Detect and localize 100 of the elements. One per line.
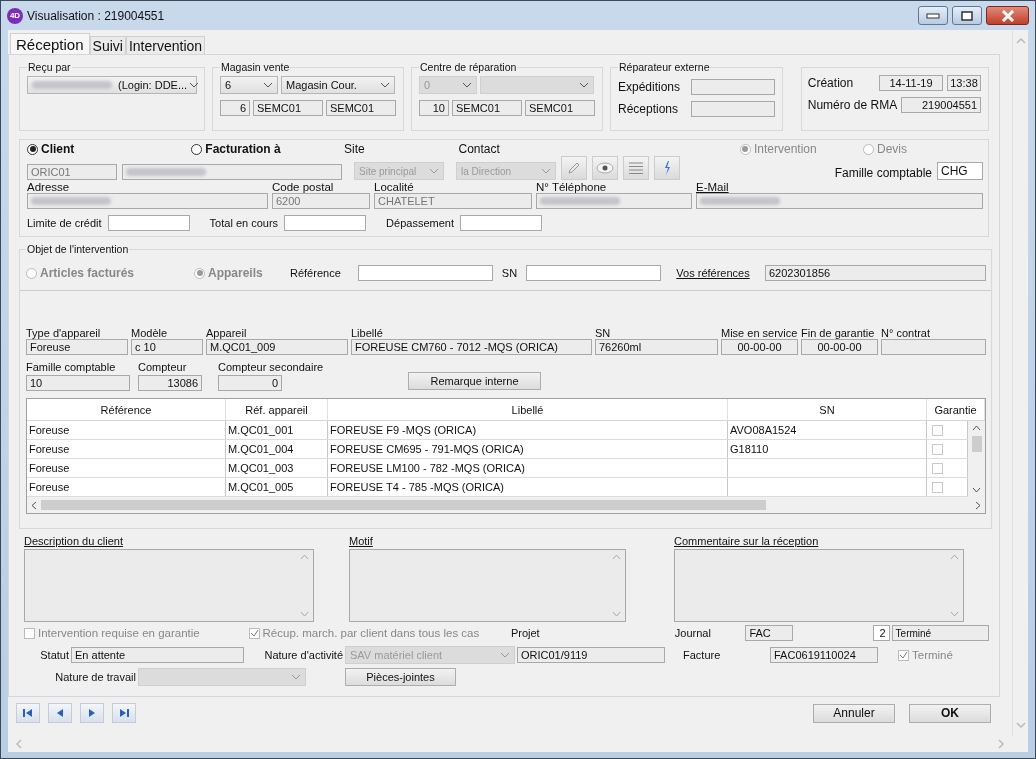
table-cell: G18110 bbox=[728, 440, 927, 458]
radio-button[interactable] bbox=[863, 143, 874, 155]
caret-icon bbox=[291, 674, 301, 680]
field-label[interactable]: E-Mail bbox=[696, 181, 983, 193]
code-field: 6 bbox=[220, 100, 250, 116]
field-label: Code postal bbox=[272, 181, 335, 193]
memo-field[interactable] bbox=[349, 549, 626, 622]
field-label: N° contrat bbox=[881, 327, 932, 339]
tab[interactable]: Réception bbox=[10, 33, 90, 54]
number-dropdown[interactable]: 6 bbox=[220, 76, 278, 94]
column-header[interactable]: SN bbox=[728, 399, 927, 420]
next-record-button[interactable] bbox=[80, 703, 104, 723]
previous-record-button[interactable] bbox=[48, 703, 72, 723]
last-icon bbox=[118, 708, 130, 718]
project-field: ORIC01/9119 bbox=[517, 647, 665, 663]
memo-label[interactable]: Motif bbox=[349, 535, 626, 547]
radio-button[interactable] bbox=[191, 143, 203, 155]
column-header[interactable]: Libellé bbox=[328, 399, 728, 420]
caret-icon bbox=[263, 82, 273, 88]
field-label: N° Téléphone bbox=[536, 181, 608, 193]
radio-button[interactable] bbox=[27, 143, 38, 155]
column-header[interactable]: Garantie bbox=[927, 399, 985, 420]
checkmark-icon bbox=[249, 628, 259, 638]
user-dropdown[interactable]: (Login: DDE... bbox=[27, 76, 197, 94]
radio-button[interactable] bbox=[26, 267, 37, 279]
column-header[interactable]: Référence bbox=[27, 399, 226, 420]
scrollbar-thumb[interactable] bbox=[41, 500, 766, 510]
amount-field[interactable] bbox=[459, 215, 542, 231]
caret-icon bbox=[429, 168, 439, 174]
dialog-button[interactable]: OK bbox=[909, 703, 991, 723]
code-field: SEMC01 bbox=[253, 100, 323, 116]
group-label: Magasin vente bbox=[220, 61, 291, 73]
table-cell: M.QC01_001 bbox=[226, 421, 328, 439]
reference-field[interactable] bbox=[358, 265, 493, 281]
references-link[interactable]: Vos références bbox=[661, 267, 765, 279]
close-button[interactable] bbox=[986, 6, 1029, 25]
horizontal-scrollbar[interactable] bbox=[27, 497, 985, 513]
serial-field[interactable] bbox=[526, 265, 661, 281]
tab[interactable]: Intervention bbox=[125, 36, 206, 54]
field-label: Statut bbox=[39, 649, 69, 661]
vertical-scrollbar[interactable] bbox=[1012, 30, 1028, 736]
action-button[interactable] bbox=[654, 156, 680, 180]
first-icon bbox=[22, 708, 34, 718]
table-cell: FOREUSE T4 - 785 -MQS (ORICA) bbox=[328, 478, 728, 496]
tab[interactable]: Suivi bbox=[89, 36, 126, 54]
field-label: Localité bbox=[374, 181, 415, 193]
warranty-checkbox[interactable] bbox=[932, 424, 943, 436]
accounting-family-field[interactable]: CHG bbox=[937, 162, 983, 180]
minimize-button[interactable] bbox=[918, 6, 948, 25]
counter-field: 0 bbox=[218, 375, 282, 391]
radio-label[interactable]: Facturation à bbox=[205, 142, 281, 156]
device-field: 00-00-00 bbox=[721, 339, 798, 355]
table-cell: Foreuse bbox=[27, 459, 226, 477]
memo-field[interactable] bbox=[24, 549, 314, 622]
date-field: 14-11-19 bbox=[879, 75, 943, 91]
edit-button[interactable] bbox=[561, 156, 587, 180]
list-button[interactable] bbox=[623, 156, 649, 180]
pencil-icon bbox=[566, 160, 582, 176]
radio-button[interactable] bbox=[739, 143, 751, 155]
amount-field[interactable] bbox=[107, 215, 190, 231]
table-cell: Foreuse bbox=[27, 478, 226, 496]
lightning-icon bbox=[662, 160, 672, 176]
scrollbar-thumb[interactable] bbox=[971, 436, 982, 452]
device-field: 00-00-00 bbox=[801, 339, 878, 355]
vertical-scrollbar[interactable] bbox=[968, 421, 985, 497]
step-field[interactable]: 2 bbox=[872, 625, 890, 641]
field-label: Compteur bbox=[138, 361, 188, 373]
dialog-button[interactable]: Annuler bbox=[813, 703, 895, 723]
amount-field[interactable] bbox=[284, 215, 367, 231]
minimize-icon bbox=[926, 12, 940, 19]
table-cell: M.QC01_003 bbox=[226, 459, 328, 477]
maximize-button[interactable] bbox=[952, 6, 982, 25]
last-record-button[interactable] bbox=[112, 703, 136, 723]
store-dropdown[interactable]: Magasin Cour. bbox=[281, 76, 395, 94]
attachments-button[interactable]: Pièces-jointes bbox=[345, 668, 456, 686]
table-cell: Foreuse bbox=[27, 440, 226, 458]
warranty-checkbox[interactable] bbox=[932, 481, 943, 493]
device-field: c 10 bbox=[131, 339, 203, 355]
memo-label[interactable]: Description du client bbox=[24, 535, 314, 547]
warranty-checkbox[interactable] bbox=[932, 462, 943, 474]
memo-field[interactable] bbox=[674, 549, 964, 622]
list-icon bbox=[628, 161, 644, 175]
internal-note-button[interactable]: Remarque interne bbox=[408, 372, 541, 390]
memo-label[interactable]: Commentaire sur la réception bbox=[674, 535, 964, 547]
warranty-checkbox[interactable] bbox=[932, 443, 943, 455]
caret-icon bbox=[380, 82, 390, 88]
field-label: Numéro de RMA bbox=[807, 98, 898, 112]
journal-field: FAC bbox=[745, 625, 794, 641]
field-label: SN bbox=[595, 327, 612, 339]
field-label: Projet bbox=[510, 627, 541, 639]
column-header[interactable]: Réf. appareil bbox=[226, 399, 328, 420]
window-title: Visualisation : 219004551 bbox=[27, 8, 165, 23]
field-label: Site bbox=[344, 142, 366, 156]
first-record-button[interactable] bbox=[16, 703, 40, 723]
view-button[interactable] bbox=[592, 156, 618, 180]
client-code-field: ORIC01 bbox=[27, 164, 117, 180]
address-field: CHATELET bbox=[374, 193, 532, 209]
radio-button[interactable] bbox=[194, 267, 205, 279]
radio-label[interactable]: Client bbox=[41, 142, 75, 156]
code-field: 10 bbox=[419, 100, 449, 116]
